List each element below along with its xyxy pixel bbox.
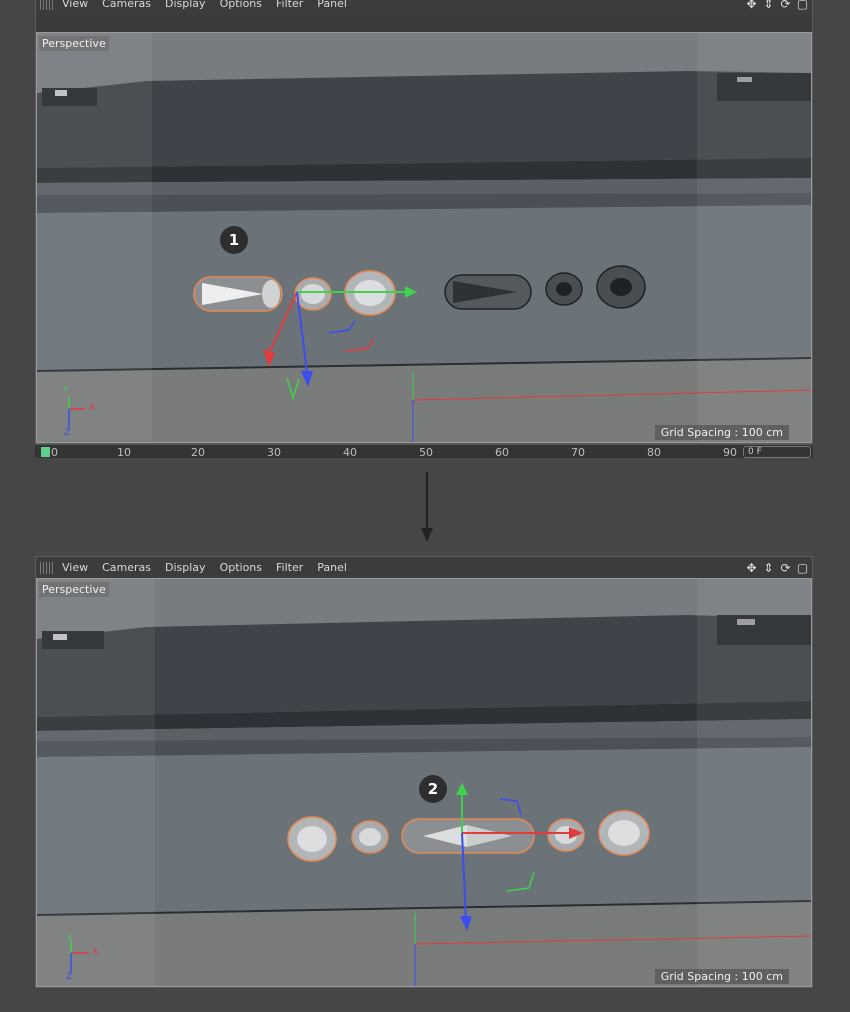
- grid-spacing-label: Grid Spacing : 100 cm: [654, 969, 789, 984]
- viewport-canvas-top[interactable]: Y X Z Perspective 1 Grid Spacing : 100 c…: [36, 32, 812, 443]
- axis-label-x: X: [92, 947, 99, 957]
- down-arrow-icon: [421, 472, 433, 542]
- timeline-tick: 30: [267, 446, 281, 459]
- current-frame-marker[interactable]: [41, 447, 50, 457]
- axis-label-y: Y: [67, 934, 73, 944]
- selected-large-wheel-left[interactable]: [287, 816, 337, 862]
- grip-icon[interactable]: [40, 561, 54, 574]
- axis-label-z: Z: [64, 428, 71, 438]
- selected-small-wheel[interactable]: [294, 277, 332, 311]
- menu-filter[interactable]: Filter: [276, 0, 303, 10]
- step-badge-1: 1: [220, 226, 248, 254]
- unselected-pill-object[interactable]: [444, 274, 532, 310]
- viewport-menubar-bottom: View Cameras Display Options Filter Pane…: [36, 557, 812, 578]
- menu-display[interactable]: Display: [165, 0, 206, 10]
- menu-options[interactable]: Options: [220, 0, 262, 10]
- timeline-tick: 10: [117, 446, 131, 459]
- maximize-view-icon[interactable]: ▢: [795, 0, 810, 11]
- menu-view[interactable]: View: [62, 0, 88, 10]
- axis-label-y: Y: [63, 385, 69, 395]
- timeline-tick: 70: [571, 446, 585, 459]
- timeline-ruler[interactable]: 0 10 20 30 40 50 60 70 80 90 0 F: [35, 444, 813, 459]
- viewport-menubar-top: View Cameras Display Options Filter Pane…: [36, 0, 812, 14]
- selected-pill-object[interactable]: [193, 276, 283, 312]
- maximize-view-icon[interactable]: ▢: [795, 560, 810, 575]
- view-nav-icons: ✥ ⇕ ⟳ ▢: [744, 0, 810, 11]
- rotate-view-icon[interactable]: ⟳: [778, 0, 793, 11]
- menu-view[interactable]: View: [62, 561, 88, 574]
- selected-small-wheel-right[interactable]: [547, 818, 585, 852]
- perspective-label: Perspective: [39, 36, 109, 51]
- timeline-tick: 40: [343, 446, 357, 459]
- viewport-window-top: View Cameras Display Options Filter Pane…: [35, 0, 813, 444]
- zoom-view-icon[interactable]: ⇕: [761, 560, 776, 575]
- step-badge-2: 2: [419, 775, 447, 803]
- unselected-small-wheel[interactable]: [545, 272, 583, 306]
- unselected-large-wheel[interactable]: [596, 265, 646, 309]
- axis-label-x: X: [89, 403, 96, 413]
- menu-options[interactable]: Options: [220, 561, 262, 574]
- menu-panel[interactable]: Panel: [317, 0, 347, 10]
- timeline-tick: 90: [723, 446, 737, 459]
- grip-icon[interactable]: [40, 0, 54, 10]
- selected-pill-object[interactable]: [401, 818, 535, 854]
- grid-spacing-label: Grid Spacing : 100 cm: [654, 425, 789, 440]
- menu-display[interactable]: Display: [165, 561, 206, 574]
- selected-small-wheel-left[interactable]: [351, 820, 389, 854]
- timeline-tick: 20: [191, 446, 205, 459]
- zoom-view-icon[interactable]: ⇕: [761, 0, 776, 11]
- move-view-icon[interactable]: ✥: [744, 0, 759, 11]
- perspective-label: Perspective: [39, 582, 109, 597]
- current-frame-field[interactable]: 0 F: [743, 446, 811, 458]
- view-nav-icons: ✥ ⇕ ⟳ ▢: [744, 560, 810, 575]
- timeline-tick: 0: [51, 446, 58, 459]
- viewport-window-bottom: View Cameras Display Options Filter Pane…: [35, 556, 813, 988]
- timeline-tick: 60: [495, 446, 509, 459]
- timeline-tick: 80: [647, 446, 661, 459]
- move-view-icon[interactable]: ✥: [744, 560, 759, 575]
- axis-label-z: Z: [66, 972, 73, 982]
- menu-filter[interactable]: Filter: [276, 561, 303, 574]
- selected-large-wheel-right[interactable]: [598, 810, 650, 856]
- menu-cameras[interactable]: Cameras: [102, 561, 151, 574]
- timeline-tick: 50: [419, 446, 433, 459]
- menu-cameras[interactable]: Cameras: [102, 0, 151, 10]
- menu-panel[interactable]: Panel: [317, 561, 347, 574]
- viewport-canvas-bottom[interactable]: Y X Z Perspective 2 Grid Spacing : 100 c…: [36, 578, 812, 987]
- rotate-view-icon[interactable]: ⟳: [778, 560, 793, 575]
